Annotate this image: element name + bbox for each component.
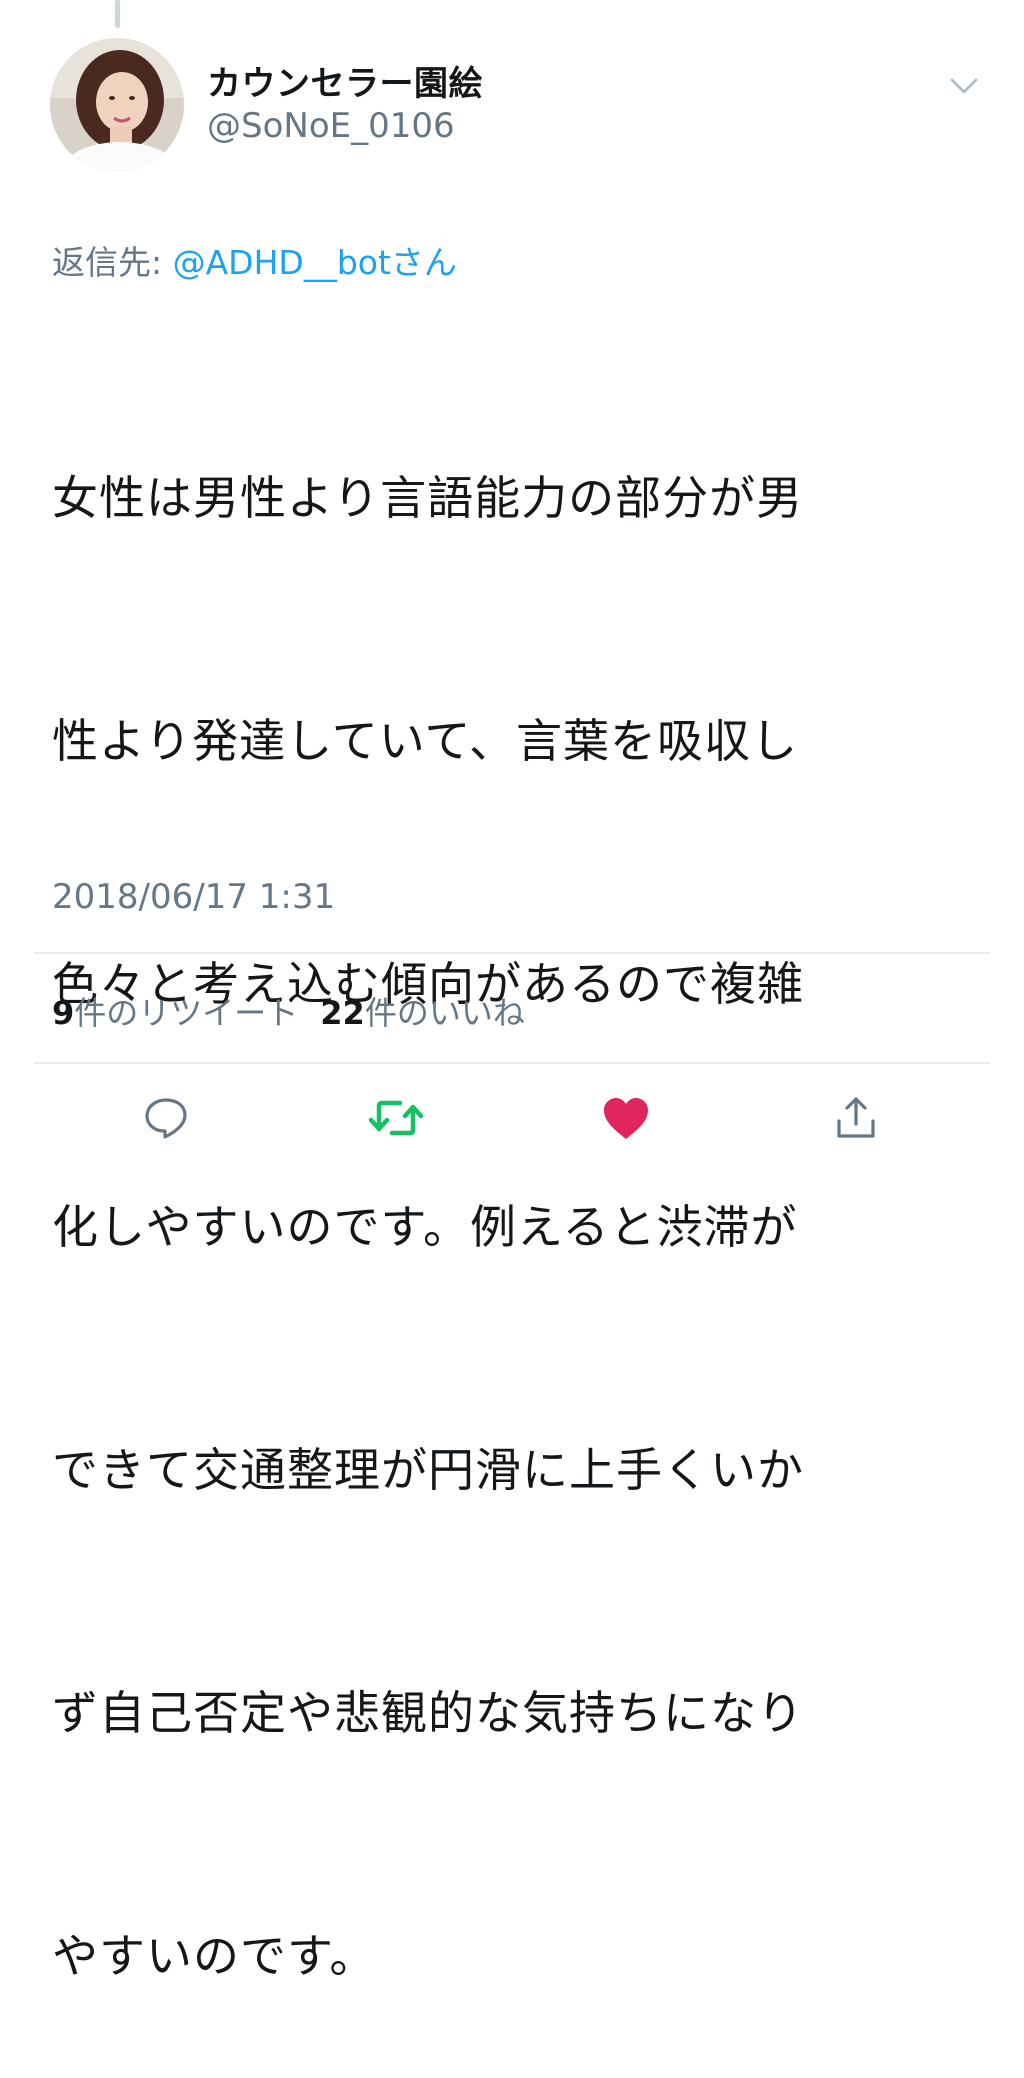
retweets-stat[interactable]: 9件のリツイート (52, 994, 298, 1032)
tweet-text-line: ず自己否定や悲観的な気持ちになり (52, 1686, 804, 1740)
tweet-text-line: 化しやすいのです。例えると渋滞が (52, 1200, 798, 1254)
engagement-stats: 9件のリツイート 22件のいいね (52, 988, 525, 1034)
tweet-timestamp[interactable]: 2018/06/17 1:31 (52, 877, 335, 917)
divider (34, 1062, 990, 1064)
tweet-text-line: やすいのです。 (52, 1929, 377, 1983)
reply-target-link[interactable]: @ADHD__botさん (173, 243, 457, 282)
reply-button[interactable] (138, 1090, 194, 1146)
author-display-name[interactable]: カウンセラー園絵 (207, 56, 483, 105)
share-button[interactable] (828, 1090, 884, 1146)
tweet-text: 女性は男性より言語能力の部分が男 性より発達していて、言葉を吸収し 色々と考え込… (52, 296, 972, 2078)
retweets-label: 件のリツイート (74, 994, 299, 1032)
reply-context: 返信先: @ADHD__botさん (52, 236, 457, 284)
divider (34, 952, 990, 954)
chevron-down-icon[interactable] (944, 70, 984, 100)
share-upload-icon (837, 1097, 875, 1138)
likes-count: 22 (320, 994, 365, 1032)
reply-bubble-icon (145, 1098, 187, 1139)
tweet-text-line: 性より発達していて、言葉を吸収し (52, 714, 799, 768)
heart-icon (604, 1098, 648, 1139)
like-button[interactable] (598, 1090, 654, 1146)
retweets-count: 9 (52, 994, 75, 1032)
author-handle[interactable]: @SoNoE_0106 (207, 106, 455, 146)
likes-stat[interactable]: 22件のいいね (320, 994, 525, 1032)
reply-prefix: 返信先: (52, 243, 173, 282)
retweet-button[interactable] (368, 1090, 424, 1146)
tweet-text-line: 女性は男性より言語能力の部分が男 (52, 471, 804, 525)
thread-connector-line (115, 0, 120, 28)
retweet-arrows-icon (368, 1100, 424, 1136)
likes-label: 件のいいね (364, 994, 525, 1032)
tweet-text-line: できて交通整理が円滑に上手くいか (52, 1443, 804, 1497)
avatar[interactable] (50, 38, 184, 172)
avatar-photo (50, 38, 184, 172)
